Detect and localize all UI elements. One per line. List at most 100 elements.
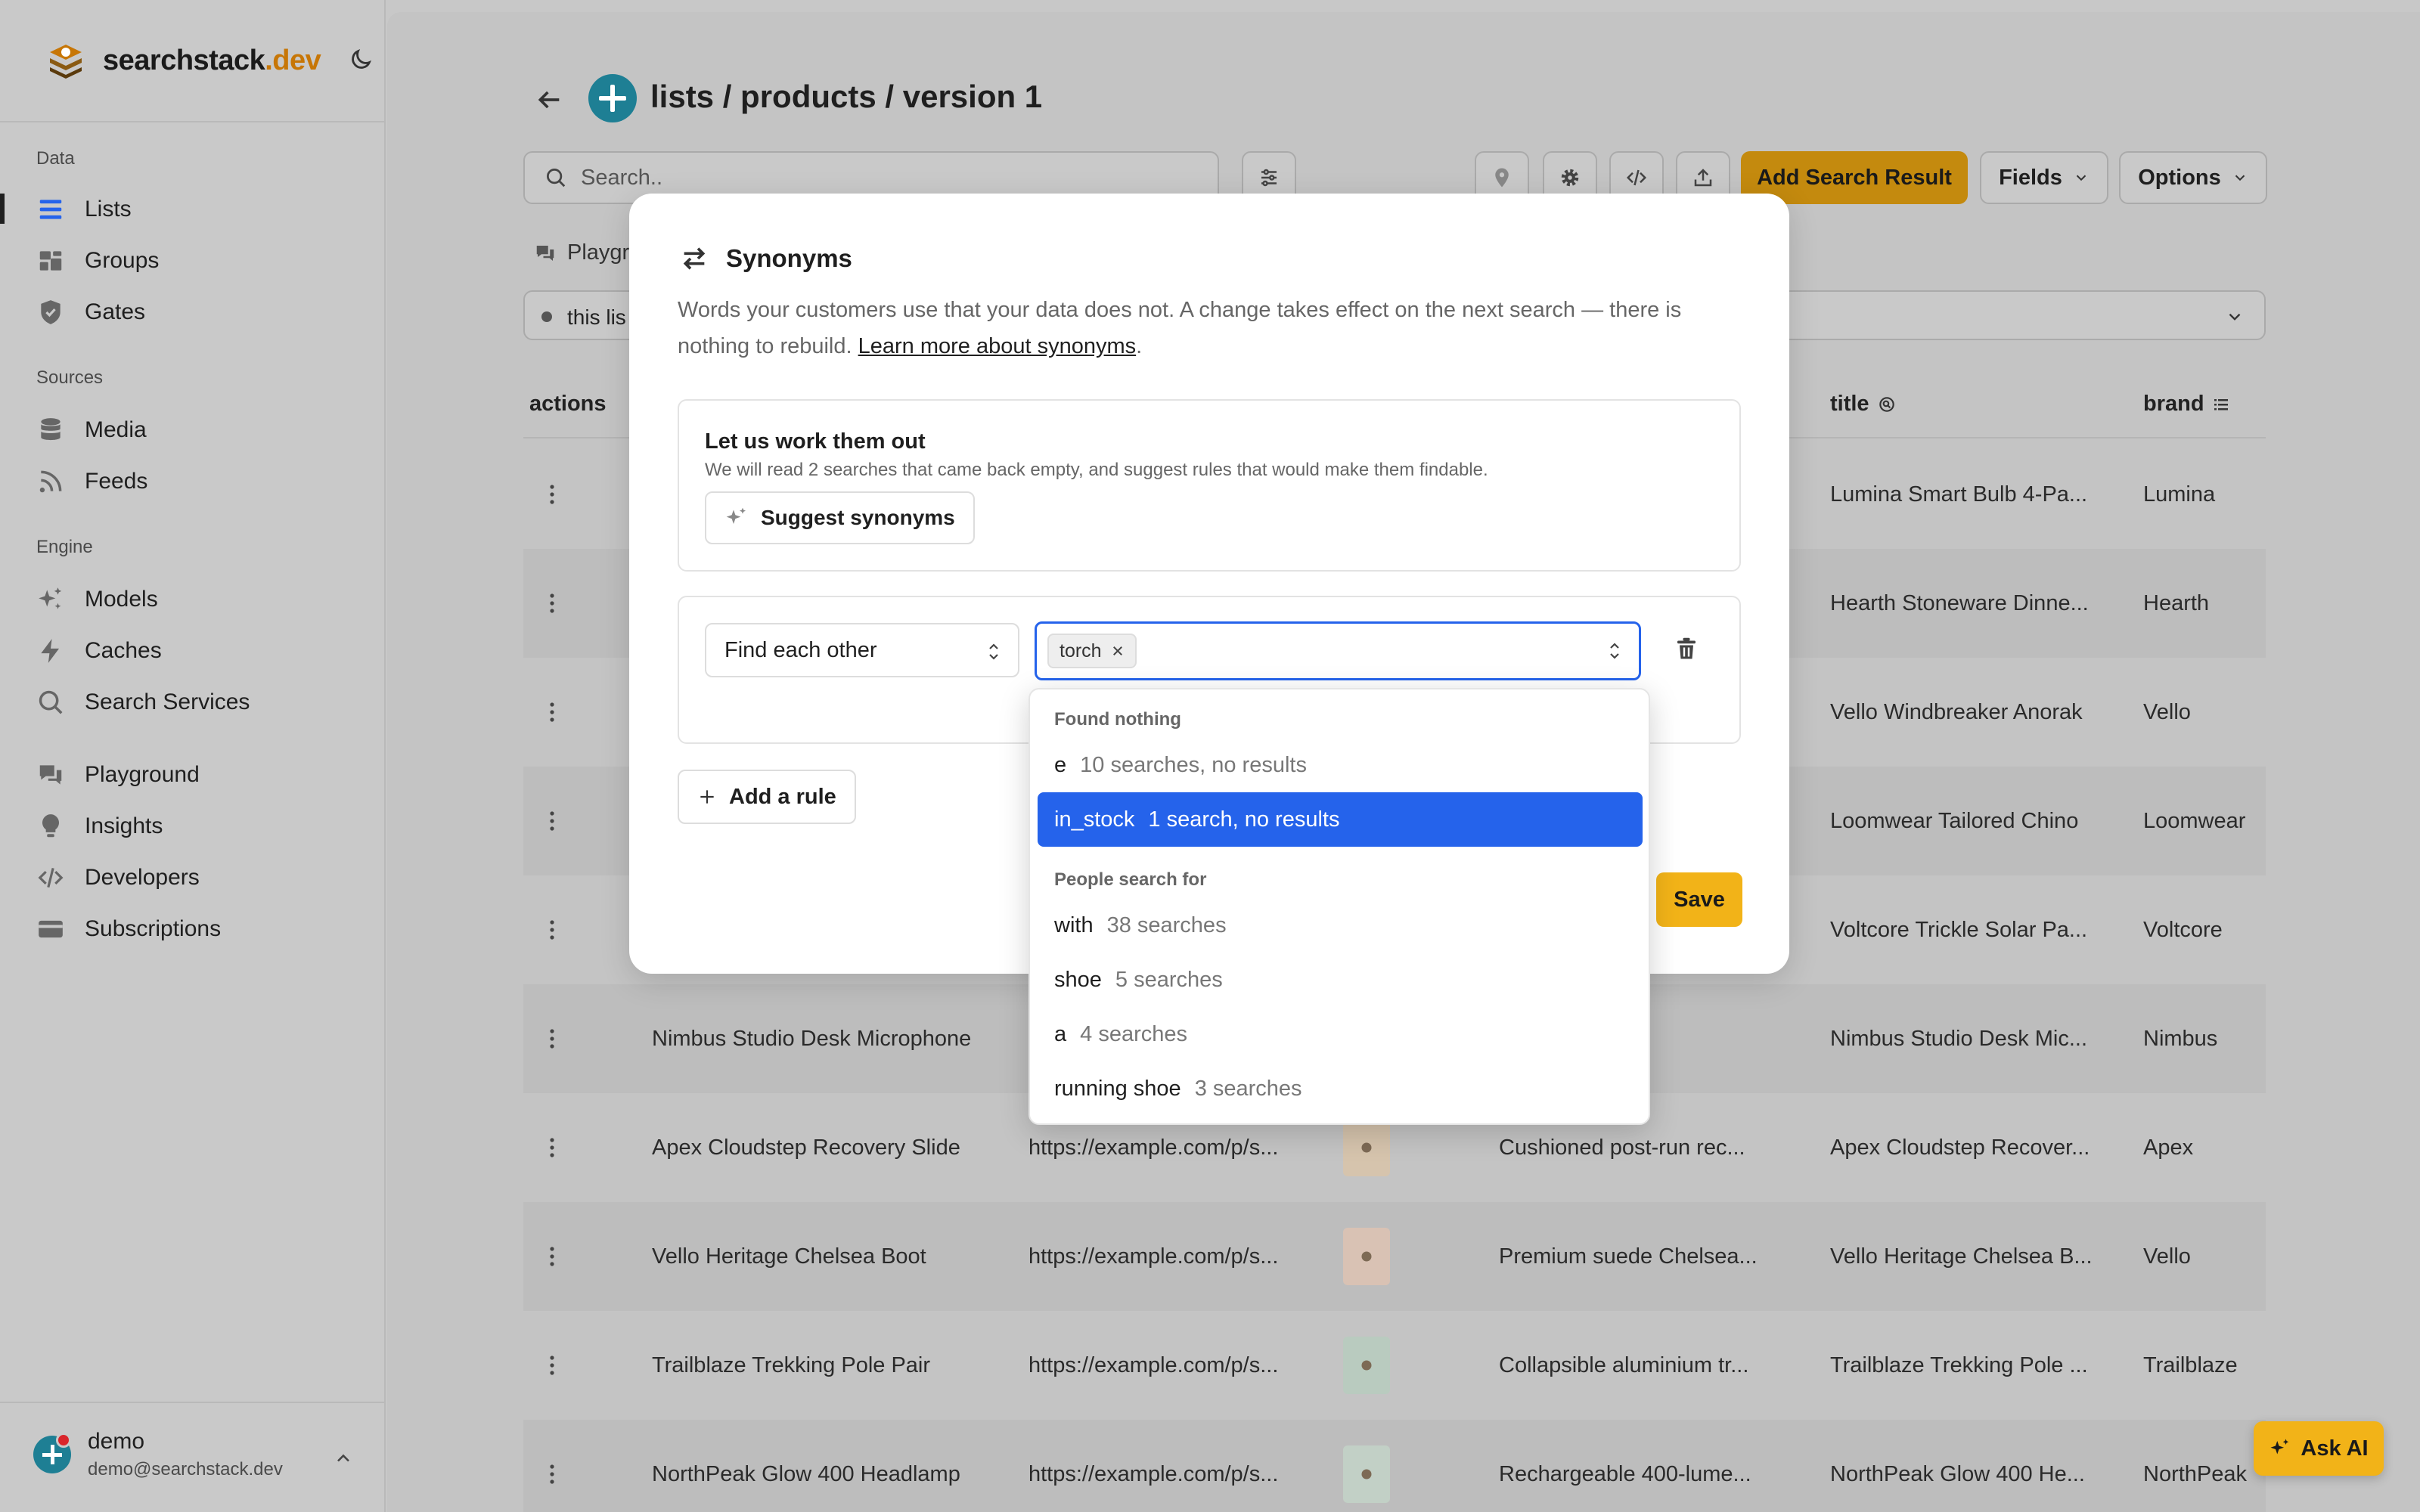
chevron-down-icon (2229, 313, 2241, 321)
row-actions-menu[interactable] (549, 1093, 555, 1202)
cell-name: Apex Cloudstep Recovery Slide (652, 1135, 960, 1160)
sidebar-item-search-services[interactable]: Search Services (36, 683, 250, 721)
lightning-icon (41, 639, 60, 663)
chat-icon (536, 245, 554, 261)
row-actions-menu[interactable] (549, 658, 555, 767)
search-input[interactable] (581, 165, 1201, 191)
suggest-synonyms-button[interactable]: Suggest synonyms (705, 491, 975, 544)
options-label: Options (2138, 165, 2221, 190)
kebab-menu-icon (550, 1029, 554, 1049)
save-button[interactable]: Save (1656, 872, 1742, 927)
suggest-card: Let us work them out We will read 2 sear… (678, 399, 1741, 572)
tab-playground[interactable]: Playgr (534, 240, 629, 265)
product-image (1343, 1119, 1390, 1176)
sidebar-item-playground[interactable]: Playground (36, 756, 200, 794)
sidebar-item-label: Groups (85, 248, 160, 273)
option-item[interactable]: with 38 searches (1038, 898, 1643, 953)
sidebar-item-lists[interactable]: Lists (36, 191, 132, 228)
cell-brand: NorthPeak (2143, 1461, 2248, 1486)
product-image (1343, 1228, 1390, 1285)
search-icon (547, 169, 566, 187)
table-row[interactable]: NorthPeak Glow 400 Headlamp https://examp… (523, 1420, 2266, 1512)
user-menu[interactable]: demo demo@searchstack.dev (33, 1429, 283, 1480)
sidebar-item-gates[interactable]: Gates (36, 293, 145, 331)
divider (0, 121, 386, 122)
synonym-terms-input[interactable]: torch (1035, 621, 1641, 680)
options-dropdown[interactable]: Options (2119, 151, 2267, 204)
status-dot (541, 311, 552, 322)
column-header-title[interactable]: title (1830, 392, 1897, 417)
learn-more-link[interactable]: Learn more about synonyms (858, 334, 1137, 358)
groups-icon (39, 251, 62, 271)
group-label-found-nothing: Found nothing (1054, 709, 1181, 730)
product-thumbnail (1343, 1202, 1390, 1311)
row-actions-menu[interactable] (549, 984, 555, 1093)
active-indicator (0, 194, 5, 224)
kebab-menu-icon (550, 485, 554, 504)
rule-mode-select[interactable]: Find each other (705, 623, 1019, 677)
product-image (1343, 1445, 1390, 1503)
row-actions-menu[interactable] (549, 1311, 555, 1420)
kebab-menu-icon (550, 593, 554, 613)
group-label-people-search: People search for (1054, 869, 1207, 890)
sidebar-item-label: Subscriptions (85, 916, 222, 941)
column-header-brand[interactable]: brand (2143, 392, 2230, 417)
table-row[interactable]: Trailblaze Trekking Pole Pair https://exa… (523, 1311, 2266, 1420)
cell-desc: Rechargeable 400-lume... (1499, 1461, 1751, 1486)
add-rule-button[interactable]: Add a rule (678, 770, 856, 824)
brand-name: searchstack.dev (103, 44, 321, 76)
brand[interactable]: searchstack.dev (45, 38, 321, 83)
code-icon (1626, 169, 1647, 186)
option-item[interactable]: shoe 5 searches (1038, 953, 1643, 1007)
sliders-icon (1261, 169, 1277, 187)
cell-title: Apex Cloudstep Recover... (1830, 1135, 2090, 1160)
row-actions-menu[interactable] (549, 1202, 555, 1311)
cell-title: Nimbus Studio Desk Mic... (1830, 1026, 2088, 1051)
sidebar-item-caches[interactable]: Caches (36, 632, 162, 670)
close-icon[interactable] (1111, 644, 1125, 658)
cell-title: Vello Heritage Chelsea B... (1830, 1244, 2093, 1269)
sidebar-item-insights[interactable]: Insights (36, 807, 163, 845)
sidebar-item-models[interactable]: Models (36, 581, 158, 618)
dialog-description: Words your customers use that your data … (678, 298, 1682, 358)
notification-dot (56, 1433, 71, 1448)
product-thumbnail (1343, 1420, 1390, 1512)
database-icon (41, 418, 60, 441)
chevron-up-icon[interactable] (333, 1448, 354, 1469)
sidebar-item-feeds[interactable]: Feeds (36, 463, 147, 500)
dark-mode-icon[interactable] (348, 47, 374, 73)
sidebar-item-subscriptions[interactable]: Subscriptions (36, 910, 221, 948)
kebab-menu-icon (550, 1356, 554, 1375)
cell-url: https://example.com/p/s... (1028, 1461, 1279, 1486)
term-tag: torch (1047, 634, 1137, 668)
column-header-actions[interactable]: actions (529, 392, 607, 417)
sidebar-item-label: Caches (85, 638, 162, 663)
search-field-icon (1879, 396, 1894, 412)
fields-dropdown[interactable]: Fields (1980, 151, 2108, 204)
sidebar-item-developers[interactable]: Developers (36, 859, 200, 897)
product-icon (1361, 1360, 1372, 1371)
option-item[interactable]: e 10 searches, no results (1038, 738, 1643, 792)
table-row[interactable]: Vello Heritage Chelsea Boot https://examp… (523, 1202, 2266, 1311)
sidebar-item-label: Playground (85, 762, 200, 787)
option-item[interactable]: running shoe 3 searches (1038, 1061, 1643, 1116)
trash-icon[interactable] (1673, 635, 1700, 662)
row-actions-menu[interactable] (549, 1420, 555, 1512)
sidebar-item-groups[interactable]: Groups (36, 242, 159, 280)
row-actions-menu[interactable] (549, 875, 555, 984)
row-actions-menu[interactable] (549, 767, 555, 875)
chat-icon (39, 765, 62, 785)
sidebar-item-media[interactable]: Media (36, 411, 147, 449)
option-item[interactable]: a4 searches (1038, 1007, 1643, 1061)
row-actions-menu[interactable] (549, 549, 555, 658)
cell-title: Lumina Smart Bulb 4-Pa... (1830, 482, 2088, 507)
ask-ai-button[interactable]: Ask AI (2254, 1421, 2384, 1476)
cell-desc: Premium suede Chelsea... (1499, 1244, 1758, 1269)
kebab-menu-icon (550, 920, 554, 940)
row-actions-menu[interactable] (549, 440, 555, 549)
section-label-sources: Sources (36, 367, 104, 388)
back-arrow-icon[interactable] (534, 85, 564, 115)
cell-title: Loomwear Tailored Chino (1830, 808, 2079, 833)
cell-title: Vello Windbreaker Anorak (1830, 699, 2083, 724)
option-item-highlighted[interactable]: in_stock 1 search, no results (1038, 792, 1643, 847)
